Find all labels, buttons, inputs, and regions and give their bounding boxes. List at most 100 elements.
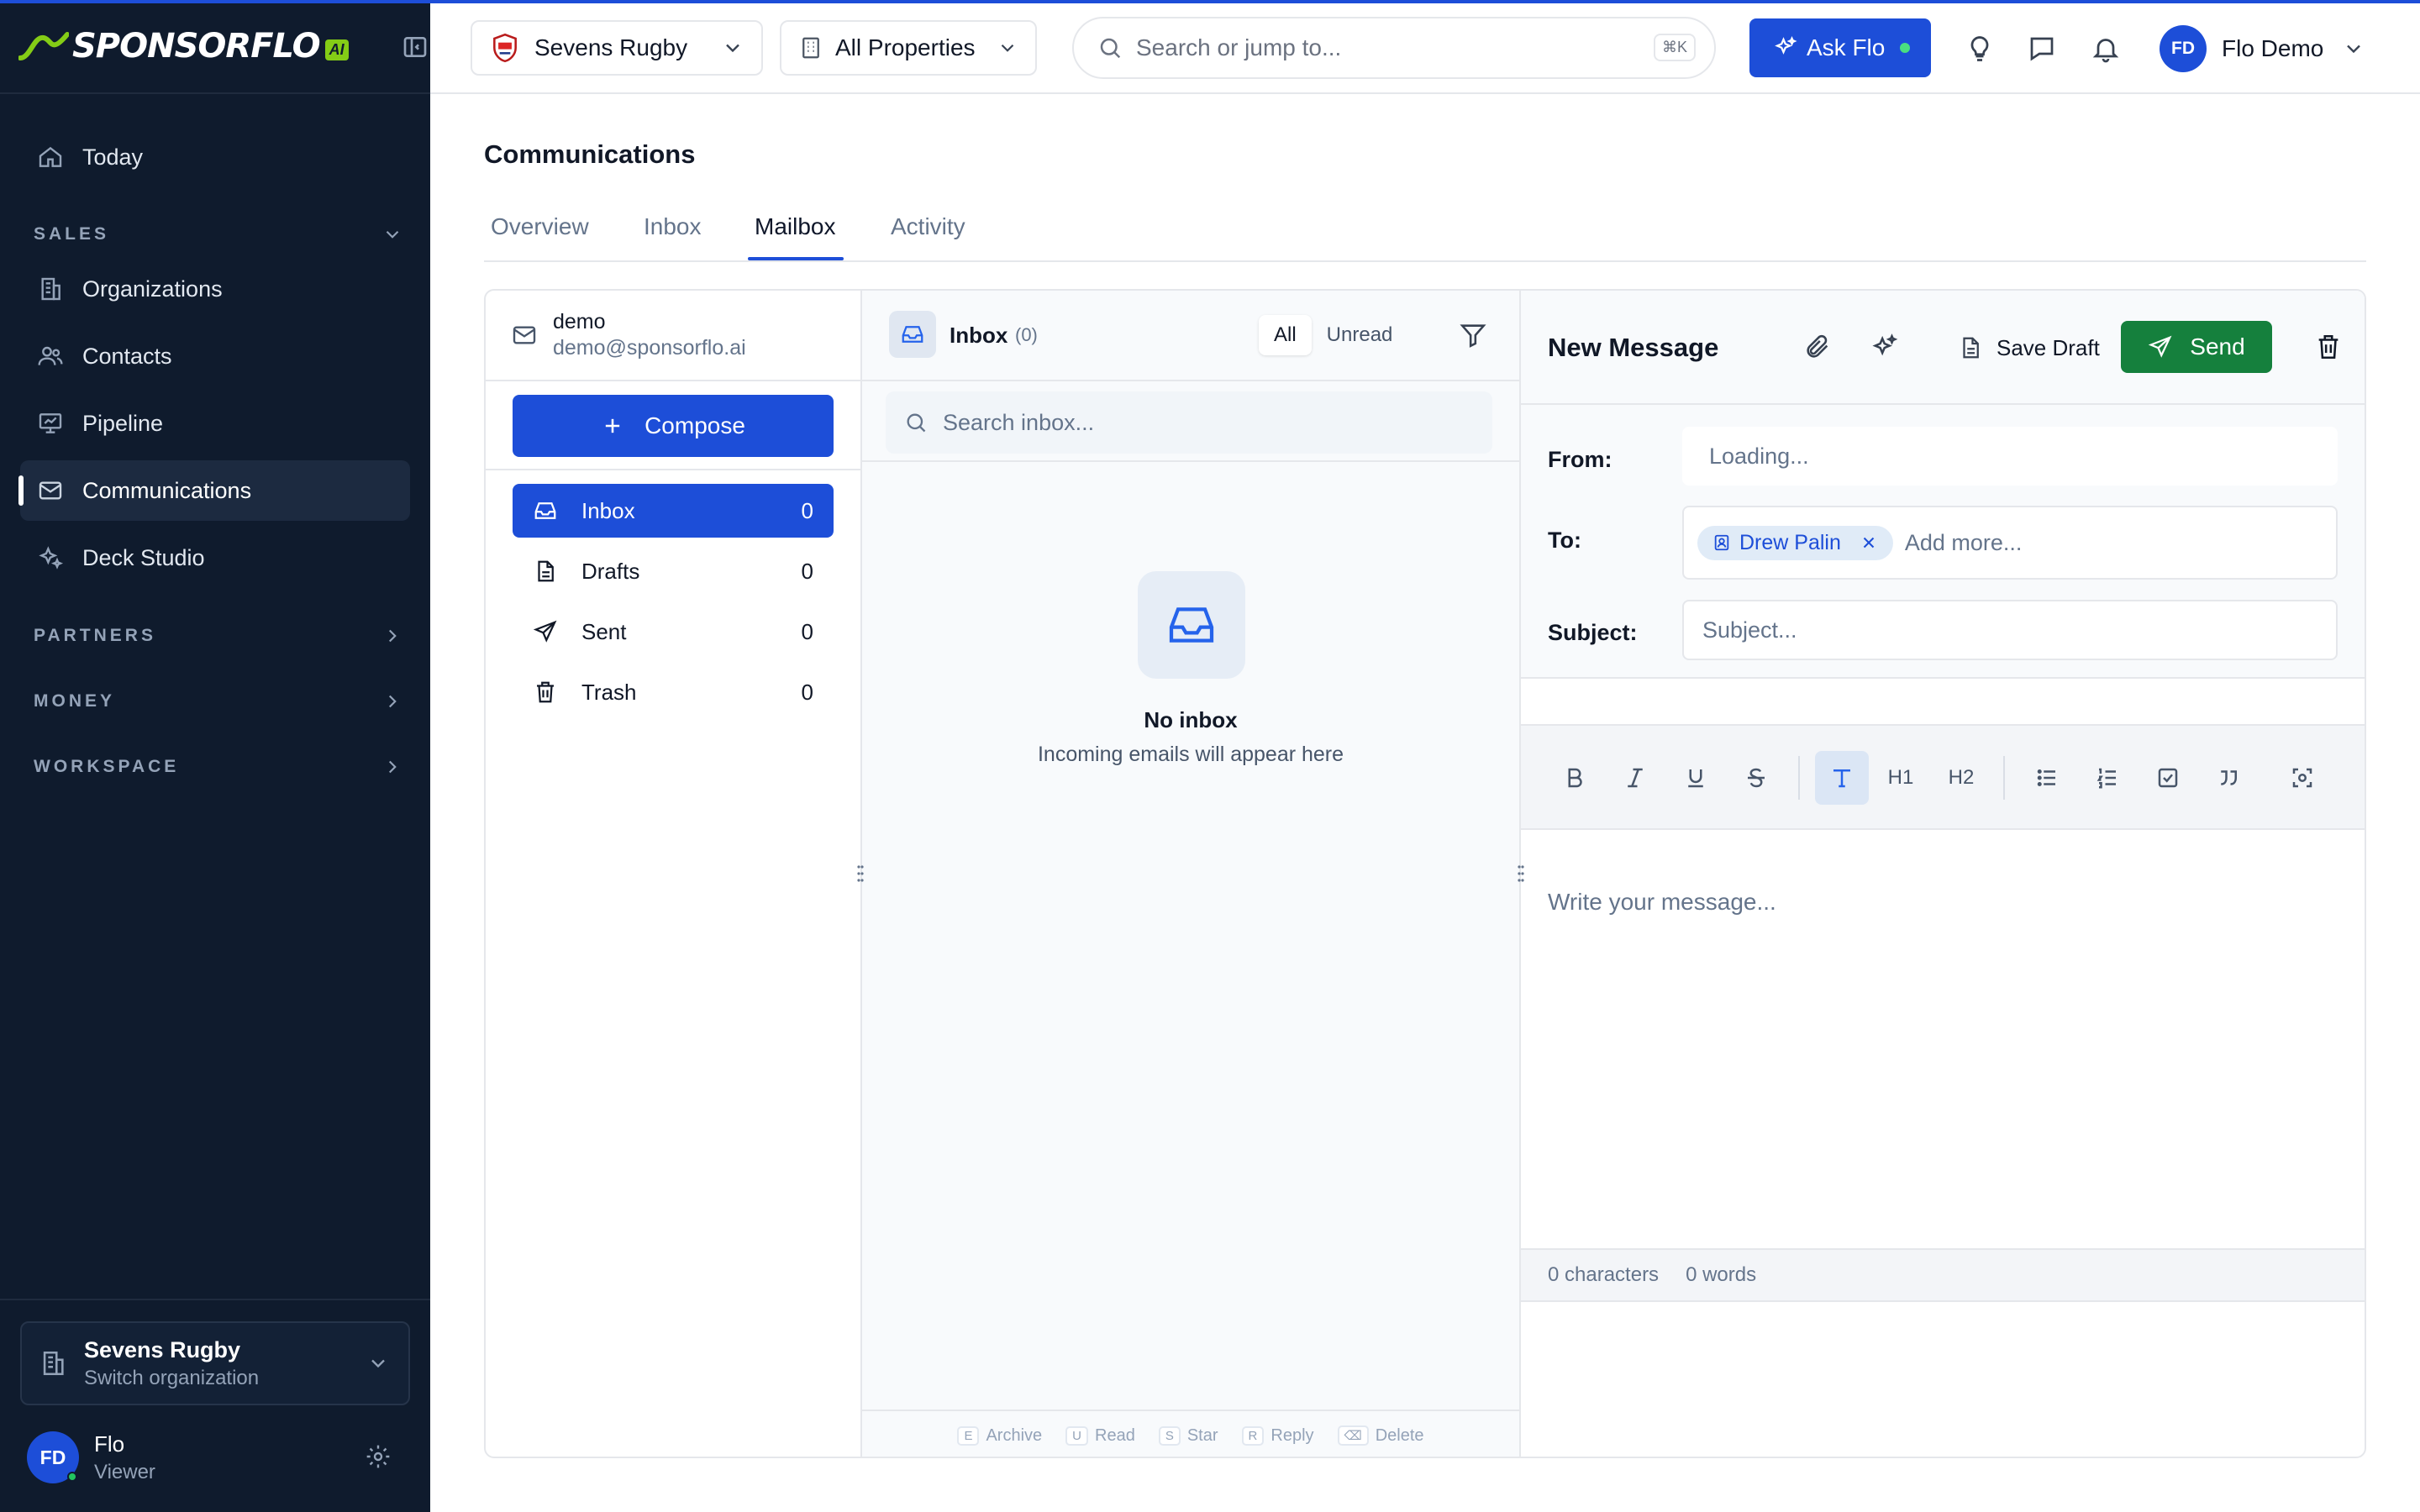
heading-2-button[interactable]: H2 [1934, 751, 1988, 805]
to-field[interactable]: Drew Palin Add more... [1682, 506, 2338, 580]
sidebar-item-label: Today [82, 144, 144, 170]
save-draft-button[interactable]: Save Draft [1958, 326, 2100, 370]
global-search-input[interactable]: Search or jump to... ⌘K [1072, 17, 1716, 79]
from-field[interactable]: Loading... [1682, 427, 2338, 486]
plus-icon [605, 418, 620, 433]
compose-button[interactable]: Compose [513, 395, 834, 457]
sidebar-item-contacts[interactable]: Contacts [20, 326, 410, 386]
tab-inbox[interactable]: Inbox [644, 213, 702, 240]
user-name: Flo [94, 1431, 125, 1457]
tab-mailbox[interactable]: Mailbox [755, 213, 835, 240]
resize-handle[interactable] [855, 862, 865, 885]
divider [486, 469, 860, 470]
logo-wordmark: SPONSORFLO [72, 27, 321, 66]
composer-header: New Message Save Draft Send [1521, 291, 2365, 405]
sidebar-user[interactable]: FD Flo Viewer [27, 1428, 405, 1487]
read-filter: All Unread [1259, 312, 1407, 358]
paragraph-button[interactable] [1815, 751, 1869, 805]
shortcut-key: R [1241, 1425, 1265, 1446]
filter-unread[interactable]: Unread [1312, 315, 1408, 355]
bold-button[interactable] [1548, 751, 1602, 805]
sidebar-item-today[interactable]: Today [20, 127, 410, 187]
sidebar-item-deck-studio[interactable]: Deck Studio [20, 528, 410, 588]
divider [862, 460, 1519, 462]
strikethrough-button[interactable] [1729, 751, 1783, 805]
sidebar-collapse-button[interactable] [402, 34, 429, 60]
panel-collapse-icon [403, 37, 427, 57]
paperclip-icon[interactable] [1803, 333, 1832, 361]
tab-activity[interactable]: Activity [891, 213, 965, 240]
filter-icon[interactable] [1459, 321, 1487, 349]
editor-toolbar: H1 H2 [1521, 724, 2365, 830]
checklist-button[interactable] [2141, 751, 2195, 805]
org-select[interactable]: Sevens Rugby [471, 20, 763, 76]
user-menu[interactable]: FD Flo Demo [2160, 22, 2365, 76]
chevron-down-icon [1001, 44, 1014, 52]
section-sales[interactable]: SALES [34, 218, 403, 251]
filter-all[interactable]: All [1259, 315, 1312, 355]
folder-label: Drafts [581, 558, 640, 584]
sidebar-item-pipeline[interactable]: Pipeline [20, 393, 410, 454]
bullet-list-icon [2037, 769, 2055, 786]
trash-icon[interactable] [2314, 333, 2343, 361]
capture-button[interactable] [2275, 751, 2329, 805]
subject-placeholder: Subject... [1702, 617, 1797, 643]
inbox-search-input[interactable]: Search inbox... [886, 391, 1492, 454]
document-icon [1963, 337, 1979, 359]
shortcut-label: Read [1095, 1425, 1135, 1445]
quote-button[interactable] [2202, 751, 2255, 805]
shortcut-label: Delete [1375, 1425, 1424, 1445]
message-body-input[interactable]: Write your message... [1548, 889, 1776, 916]
org-name: Sevens Rugby [84, 1336, 241, 1362]
org-switcher[interactable]: Sevens Rugby Switch organization [20, 1321, 410, 1405]
subject-input[interactable]: Subject... [1682, 600, 2338, 660]
users-icon [38, 346, 63, 365]
search-icon [1100, 38, 1121, 59]
recipient-chip[interactable]: Drew Palin [1697, 525, 1893, 560]
heading-1-button[interactable]: H1 [1874, 751, 1928, 805]
mail-icon [513, 326, 536, 344]
section-workspace[interactable]: WORKSPACE [34, 750, 403, 784]
folder-column: demo demo@sponsorflo.ai Compose Inbox 0 … [486, 291, 862, 1457]
ai-sparkles-icon[interactable] [1870, 333, 1899, 361]
heading-2-label: H2 [1948, 766, 1975, 789]
send-label: Send [2190, 333, 2245, 360]
gear-icon[interactable] [365, 1443, 392, 1470]
building-icon [41, 277, 60, 301]
send-icon [2149, 335, 2172, 358]
compose-label: Compose [644, 412, 745, 438]
chat-icon[interactable] [2027, 34, 2057, 64]
logo[interactable]: SPONSORFLO AI [0, 0, 430, 94]
sidebar-item-label: Organizations [82, 276, 223, 302]
underline-button[interactable] [1669, 751, 1723, 805]
section-partners[interactable]: PARTNERS [34, 619, 403, 653]
ask-flo-button[interactable]: Ask Flo [1749, 18, 1931, 77]
bullet-list-button[interactable] [2020, 751, 2074, 805]
bell-icon[interactable] [2091, 34, 2121, 64]
sidebar: SPONSORFLO AI Today SALES Organizations … [0, 0, 430, 1512]
section-money[interactable]: MONEY [34, 685, 403, 718]
folder-drafts[interactable]: Drafts 0 [513, 544, 834, 598]
heading-1-label: H1 [1887, 766, 1914, 789]
shortcut-label: Reply [1270, 1425, 1314, 1445]
tab-overview[interactable]: Overview [491, 213, 589, 240]
numbered-list-icon [2096, 768, 2116, 789]
send-button[interactable]: Send [2121, 321, 2272, 373]
folder-count: 0 [801, 558, 813, 584]
numbered-list-button[interactable] [2081, 751, 2134, 805]
lightbulb-icon[interactable] [1965, 34, 1995, 64]
avatar-initials: FD [2171, 39, 2195, 58]
close-icon[interactable] [1860, 533, 1878, 552]
active-tab-indicator [748, 257, 844, 260]
folder-inbox[interactable]: Inbox 0 [513, 484, 834, 538]
sidebar-divider [0, 1299, 430, 1300]
shortcut-key: E [957, 1425, 980, 1446]
sidebar-item-organizations[interactable]: Organizations [20, 259, 410, 319]
sidebar-item-communications[interactable]: Communications [20, 460, 410, 521]
property-select[interactable]: All Properties [780, 20, 1037, 76]
italic-button[interactable] [1608, 751, 1662, 805]
folder-trash[interactable]: Trash 0 [513, 665, 834, 719]
building-icon [802, 37, 819, 59]
folder-label: Trash [581, 679, 637, 705]
folder-sent[interactable]: Sent 0 [513, 605, 834, 659]
